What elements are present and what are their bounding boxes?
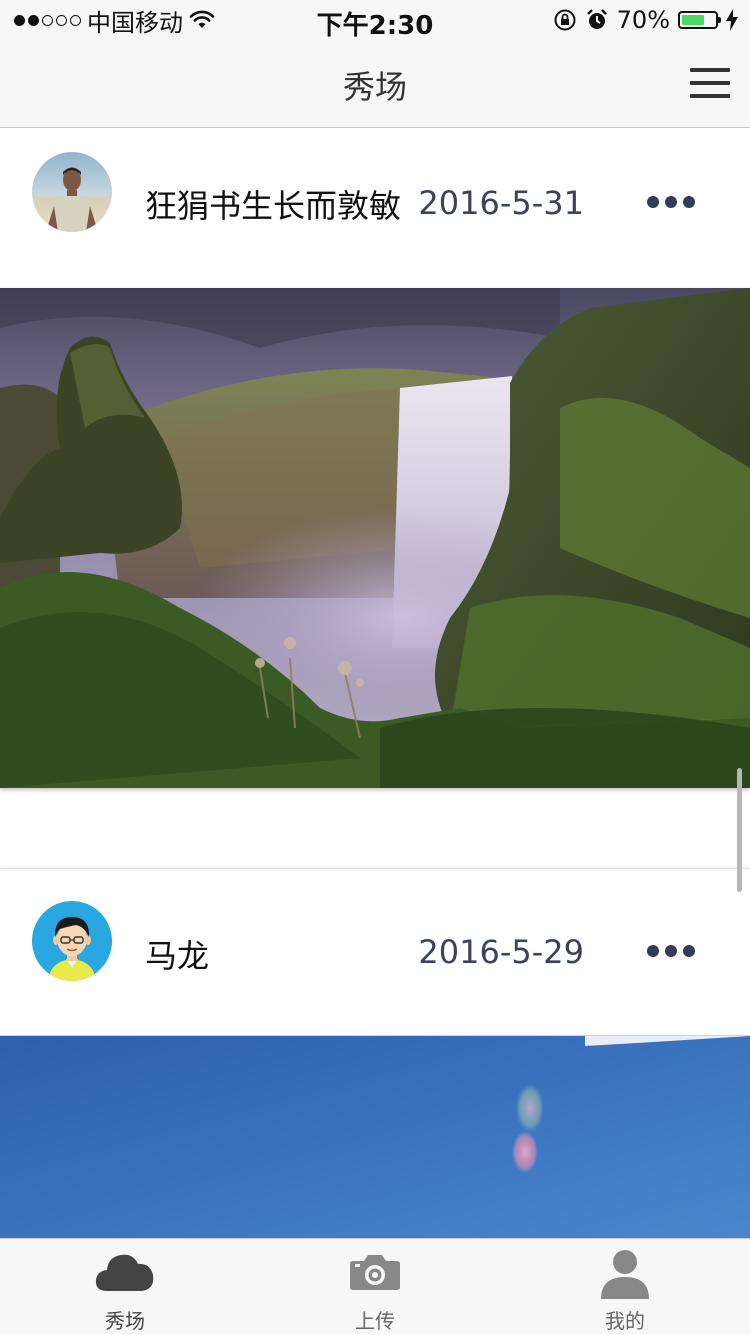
post-photo[interactable] [0,288,750,788]
hamburger-menu-icon[interactable] [690,68,730,100]
camera-icon [350,1255,400,1290]
user-avatar[interactable] [32,901,112,981]
feed-list[interactable]: 狂狷书生长而敦敏 2016-5-31 马龙 2016-5-29 [0,128,750,1238]
charging-bolt-icon [726,9,738,31]
more-options-icon[interactable] [647,941,697,961]
post-header: 狂狷书生长而敦敏 2016-5-31 [0,128,750,278]
status-right: 70% [553,6,738,34]
navigation-bar: 秀场 [0,40,750,128]
tab-mine[interactable]: 我的 [500,1239,750,1335]
rotation-lock-icon [554,9,576,31]
status-bar: 中国移动 下午2:30 70% [0,0,750,41]
tab-show[interactable]: 秀场 [0,1239,250,1335]
battery-icon [678,11,721,29]
alarm-icon [586,9,607,29]
battery-percent: 70% [616,6,670,34]
tab-label: 秀场 [105,1309,145,1333]
tab-label: 上传 [355,1309,395,1333]
page-title: 秀场 [342,68,407,106]
user-avatar[interactable] [32,152,112,232]
cloud-icon [95,1254,154,1291]
tab-bar: 秀场 上传 我的 [0,1238,750,1334]
feed-scrollbar[interactable] [737,768,742,892]
post-username[interactable]: 狂狷书生长而敦敏 [145,181,401,227]
post-date: 2016-5-31 [418,184,584,222]
tab-label: 我的 [605,1309,645,1333]
battery-level-fill [682,15,705,25]
post-photo[interactable] [0,1036,750,1238]
user-icon [601,1250,649,1299]
post-username[interactable]: 马龙 [145,931,209,977]
post-date: 2016-5-29 [418,933,584,971]
tab-upload[interactable]: 上传 [250,1239,500,1335]
post-header: 马龙 2016-5-29 [0,868,750,1036]
more-options-icon[interactable] [647,192,697,212]
